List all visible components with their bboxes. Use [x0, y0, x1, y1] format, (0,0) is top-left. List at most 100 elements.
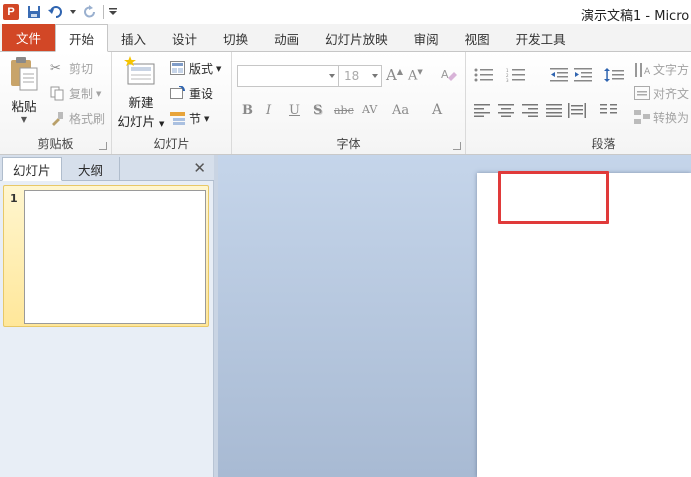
slides-group-label: 幻灯片 [153, 137, 190, 151]
text-direction-icon: A [634, 62, 651, 78]
font-group-label: 字体 [336, 137, 361, 151]
convert-smartart-button[interactable]: 转换为 [634, 109, 689, 126]
align-left-icon[interactable] [474, 104, 490, 120]
cut-label: 剪切 [69, 62, 94, 76]
decrease-indent-icon[interactable] [550, 68, 568, 85]
qat-separator [103, 5, 104, 19]
line-spacing-icon[interactable] [604, 68, 626, 85]
text-direction-button[interactable]: A 文字方 [634, 61, 689, 78]
bold-button[interactable]: B [242, 103, 253, 118]
font-size-value: 18 [344, 69, 360, 83]
section-button[interactable]: 节 ▼ [170, 110, 209, 127]
clipboard-group-label: 剪贴板 [37, 137, 74, 151]
title-bar: P 演示文稿1 - Micro [0, 0, 691, 24]
undo-dropdown-icon[interactable] [69, 3, 77, 21]
new-slide-icon [124, 56, 155, 85]
align-center-icon[interactable] [498, 104, 514, 120]
tab-animations[interactable]: 动画 [261, 25, 312, 51]
tab-transitions[interactable]: 切换 [210, 25, 261, 51]
clipboard-group: 粘贴 ▼ ✂ 剪切 复制 ▼ 格式刷 剪贴板 [0, 52, 112, 154]
reset-button[interactable]: 重设 [170, 84, 213, 102]
panel-tabs: 幻灯片 大纲 ✕ [0, 155, 214, 181]
svg-text:A: A [441, 68, 449, 81]
convert-label: 转换为 [653, 111, 690, 125]
save-icon[interactable] [25, 3, 43, 21]
copy-dropdown-icon: ▼ [96, 89, 102, 98]
copy-icon [50, 86, 66, 102]
powerpoint-logo-icon[interactable]: P [3, 4, 19, 20]
brush-icon [50, 111, 66, 127]
highlight-box [498, 171, 609, 224]
font-name-combo[interactable] [237, 65, 339, 87]
slides-group: 新建 幻灯片 ▼ 版式 ▼ 重设 节 ▼ 幻灯片 [112, 52, 232, 154]
copy-label: 复制 [69, 87, 94, 101]
char-spacing-button[interactable]: AV [362, 103, 377, 116]
svg-text:3: 3 [506, 78, 509, 82]
numbering-icon[interactable]: 123 [506, 68, 526, 85]
redo-icon[interactable] [81, 3, 99, 21]
tab-insert[interactable]: 插入 [108, 25, 159, 51]
close-icon[interactable]: ✕ [193, 159, 206, 177]
tab-home[interactable]: 开始 [55, 24, 109, 52]
font-color-button[interactable]: A [432, 102, 442, 118]
tab-outline-panel[interactable]: 大纲 [62, 157, 120, 181]
columns-icon[interactable] [600, 104, 618, 120]
format-painter-button[interactable]: 格式刷 [50, 110, 105, 127]
align-right-icon[interactable] [522, 104, 538, 120]
tab-review[interactable]: 审阅 [401, 25, 452, 51]
layout-label: 版式 [189, 62, 214, 76]
font-size-dropdown-icon [372, 74, 378, 78]
font-size-combo[interactable]: 18 [338, 65, 382, 87]
paragraph-group-label: 段落 [591, 137, 616, 151]
bullets-icon[interactable] [474, 68, 494, 85]
svg-text:A: A [644, 67, 650, 77]
slide-thumbnail[interactable] [24, 190, 206, 324]
align-text-button[interactable]: 对齐文 [634, 85, 689, 102]
underline-button[interactable]: U [289, 103, 300, 118]
shrink-font-icon[interactable]: A▼ [408, 68, 423, 83]
text-direction-label: 文字方 [653, 63, 690, 77]
strikethrough-button[interactable]: abc [334, 104, 354, 117]
align-text-icon [634, 85, 650, 102]
paste-label: 粘贴 [11, 99, 37, 114]
change-case-button[interactable]: Aa [392, 103, 409, 118]
tab-developer[interactable]: 开发工具 [503, 25, 579, 51]
slide-number: 1 [10, 192, 18, 205]
shadow-button[interactable]: S [313, 103, 322, 118]
paragraph-group: 123 A 文字方 对齐文 转换为 段落 [466, 52, 691, 154]
new-slide-label-1: 新建 [128, 95, 154, 110]
ribbon: 粘贴 ▼ ✂ 剪切 复制 ▼ 格式刷 剪贴板 新建 幻灯片 ▼ 版式 ▼ 重设 … [0, 52, 691, 155]
section-dropdown-icon: ▼ [204, 114, 210, 123]
layout-dropdown-icon: ▼ [216, 64, 222, 73]
cut-button[interactable]: ✂ 剪切 [50, 60, 93, 77]
tab-view[interactable]: 视图 [452, 25, 503, 51]
tab-file[interactable]: 文件 [2, 24, 56, 51]
ribbon-tabs: 文件 开始 插入 设计 切换 动画 幻灯片放映 审阅 视图 开发工具 [0, 24, 691, 52]
layout-button[interactable]: 版式 ▼ [170, 60, 221, 77]
clipboard-dialog-launcher-icon[interactable] [99, 142, 107, 150]
undo-icon[interactable] [47, 3, 65, 21]
italic-button[interactable]: I [266, 103, 271, 118]
justify-icon[interactable] [546, 104, 562, 120]
new-slide-label-2: 幻灯片 ▼ [117, 114, 165, 129]
font-group: 18 A▲ A▼ A B I U S abc AV Aa A 字体 [232, 52, 466, 154]
clear-format-icon[interactable]: A [440, 66, 458, 87]
copy-button[interactable]: 复制 ▼ [50, 85, 101, 102]
paste-button[interactable]: 粘贴 ▼ [6, 56, 42, 124]
font-name-dropdown-icon [329, 74, 335, 78]
new-slide-button[interactable]: 新建 幻灯片 ▼ [116, 56, 166, 130]
font-dialog-launcher-icon[interactable] [453, 142, 461, 150]
customize-qat-icon[interactable] [108, 3, 118, 21]
tab-slideshow[interactable]: 幻灯片放映 [312, 25, 401, 51]
tab-slides-panel[interactable]: 幻灯片 [2, 157, 62, 181]
grow-font-icon[interactable]: A▲ [386, 66, 403, 84]
tab-design[interactable]: 设计 [159, 25, 210, 51]
window-title: 演示文稿1 - Micro [581, 9, 690, 24]
paste-icon [11, 57, 38, 91]
slide-thumbnail-selected[interactable]: 1 [3, 185, 209, 327]
reset-icon [170, 84, 186, 102]
slide-canvas: Ⓢ 装修指南 [218, 155, 691, 477]
distributed-icon[interactable] [568, 103, 586, 121]
align-text-label: 对齐文 [653, 87, 690, 101]
increase-indent-icon[interactable] [574, 68, 592, 85]
